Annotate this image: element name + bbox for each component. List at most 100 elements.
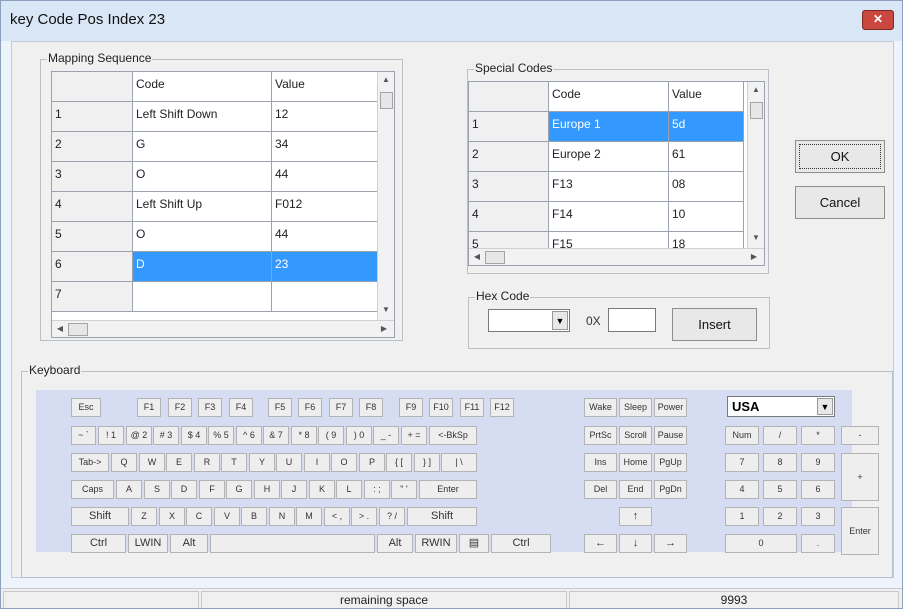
key-n2[interactable]: 2 (763, 507, 797, 526)
key-i[interactable]: I (304, 453, 330, 472)
key-semi[interactable]: : ; (364, 480, 390, 499)
code-cell[interactable]: O (133, 162, 272, 192)
key-k0[interactable]: ) 0 (346, 426, 372, 445)
key-k[interactable]: K (309, 480, 335, 499)
close-button[interactable]: ✕ (862, 10, 894, 30)
key-b[interactable]: B (241, 507, 267, 526)
value-cell[interactable]: 61 (669, 142, 744, 172)
table-row[interactable]: 1 Europe 1 5d (469, 112, 764, 142)
key-minus[interactable]: _ - (373, 426, 399, 445)
chevron-down-icon[interactable]: ▼ (552, 311, 568, 330)
code-cell[interactable]: G (133, 132, 272, 162)
code-cell[interactable]: Left Shift Down (133, 102, 272, 132)
key-period[interactable]: > . (351, 507, 377, 526)
hex-value-field[interactable] (608, 308, 656, 332)
key-k7[interactable]: & 7 (263, 426, 289, 445)
key-c[interactable]: C (186, 507, 212, 526)
key-power[interactable]: Power (654, 398, 687, 417)
key-m[interactable]: M (296, 507, 322, 526)
scroll-left-icon[interactable]: ◀ (52, 321, 68, 337)
ok-button[interactable]: OK (795, 140, 885, 173)
key-nmul[interactable]: * (801, 426, 835, 445)
key-scroll[interactable]: Scroll (619, 426, 652, 445)
key-right[interactable]: → (654, 534, 687, 553)
key-rwin[interactable]: RWIN (415, 534, 457, 553)
key-wake[interactable]: Wake (584, 398, 617, 417)
key-f7[interactable]: F7 (329, 398, 353, 417)
key-n8[interactable]: 8 (763, 453, 797, 472)
code-cell[interactable] (133, 282, 272, 312)
key-del[interactable]: Del (584, 480, 617, 499)
column-header[interactable]: Value (669, 82, 744, 112)
key-lctrl[interactable]: Ctrl (71, 534, 126, 553)
key-n4[interactable]: 4 (725, 480, 759, 499)
key-esc[interactable]: Esc (71, 398, 101, 417)
key-f11[interactable]: F11 (460, 398, 484, 417)
key-enter[interactable]: Enter (419, 480, 477, 499)
key-f8[interactable]: F8 (359, 398, 383, 417)
key-menu[interactable]: ▤ (459, 534, 489, 553)
key-quote[interactable]: " ' (391, 480, 417, 499)
key-k9[interactable]: ( 9 (318, 426, 344, 445)
key-r[interactable]: R (194, 453, 220, 472)
scroll-up-icon[interactable]: ▲ (378, 72, 394, 88)
key-f3[interactable]: F3 (198, 398, 222, 417)
scroll-thumb[interactable] (750, 102, 763, 119)
scroll-thumb[interactable] (68, 323, 88, 336)
key-j[interactable]: J (281, 480, 307, 499)
key-n1[interactable]: 1 (725, 507, 759, 526)
table-row[interactable]: 3 O 44 (52, 162, 394, 192)
scroll-left-icon[interactable]: ◀ (469, 249, 485, 265)
key-nminus[interactable]: - (841, 426, 879, 445)
key-f2[interactable]: F2 (168, 398, 192, 417)
column-header[interactable]: Value (272, 72, 379, 102)
chevron-down-icon[interactable]: ▼ (817, 398, 833, 415)
key-left[interactable]: ← (584, 534, 617, 553)
key-down[interactable]: ↓ (619, 534, 652, 553)
key-d[interactable]: D (171, 480, 197, 499)
key-o[interactable]: O (331, 453, 357, 472)
key-lshift[interactable]: Shift (71, 507, 129, 526)
key-n[interactable]: N (269, 507, 295, 526)
key-slash[interactable]: ? / (379, 507, 405, 526)
key-n6[interactable]: 6 (801, 480, 835, 499)
key-t[interactable]: T (221, 453, 247, 472)
table-row[interactable]: 2 G 34 (52, 132, 394, 162)
key-a[interactable]: A (116, 480, 142, 499)
key-f[interactable]: F (199, 480, 225, 499)
key-nenter[interactable]: Enter (841, 507, 879, 555)
key-f5[interactable]: F5 (268, 398, 292, 417)
table-row[interactable]: 2 Europe 2 61 (469, 142, 764, 172)
table-row[interactable]: 4 F14 10 (469, 202, 764, 232)
column-header[interactable]: Code (549, 82, 669, 112)
key-k2[interactable]: @ 2 (126, 426, 152, 445)
table-row[interactable]: 1 Left Shift Down 12 (52, 102, 394, 132)
key-x[interactable]: X (159, 507, 185, 526)
scroll-thumb[interactable] (380, 92, 393, 109)
value-cell[interactable]: 08 (669, 172, 744, 202)
key-h[interactable]: H (254, 480, 280, 499)
key-pause[interactable]: Pause (654, 426, 687, 445)
value-cell[interactable]: 44 (272, 162, 379, 192)
cancel-button[interactable]: Cancel (795, 186, 885, 219)
key-ralt[interactable]: Alt (377, 534, 413, 553)
table-row[interactable]: 3 F13 08 (469, 172, 764, 202)
key-sleep[interactable]: Sleep (619, 398, 652, 417)
value-cell[interactable]: 44 (272, 222, 379, 252)
key-n9[interactable]: 9 (801, 453, 835, 472)
key-up[interactable]: ↑ (619, 507, 652, 526)
key-w[interactable]: W (139, 453, 165, 472)
key-s[interactable]: S (144, 480, 170, 499)
table-row[interactable]: 6 D 23 (52, 252, 394, 282)
key-pgup[interactable]: PgUp (654, 453, 687, 472)
key-k8[interactable]: * 8 (291, 426, 317, 445)
key-bsl[interactable]: | \ (441, 453, 477, 472)
key-rbr[interactable]: } ] (414, 453, 440, 472)
scroll-down-icon[interactable]: ▼ (748, 230, 764, 246)
key-n7[interactable]: 7 (725, 453, 759, 472)
key-bksp[interactable]: <-BkSp (429, 426, 477, 445)
value-cell[interactable]: 23 (272, 252, 379, 282)
horizontal-scrollbar[interactable]: ◀ ▶ (52, 320, 394, 337)
key-v[interactable]: V (214, 507, 240, 526)
table-row[interactable]: 5 O 44 (52, 222, 394, 252)
